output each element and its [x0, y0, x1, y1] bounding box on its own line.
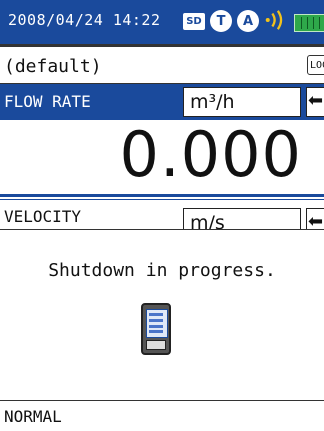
- flow-rate-row[interactable]: FLOW RATE m³/h ⬅: [0, 84, 324, 120]
- flow-rate-unit[interactable]: m³/h: [183, 87, 301, 117]
- velocity-label: VELOCITY: [4, 207, 82, 226]
- profile-row: (default) LOC: [0, 47, 324, 84]
- status-footer: NORMAL: [0, 400, 324, 431]
- signal-waves-icon: [265, 10, 283, 30]
- divider: [0, 194, 324, 197]
- device-screen: 2008/04/24 14:22 SD T A (default) LOC FL…: [0, 0, 324, 431]
- arrow-left-icon[interactable]: ⬅: [306, 87, 324, 117]
- a-mode-icon: A: [237, 10, 259, 32]
- battery-icon: [294, 14, 324, 32]
- sd-card-icon: SD: [183, 13, 205, 30]
- t-mode-icon: T: [210, 10, 232, 32]
- profile-name: (default): [4, 56, 102, 77]
- shutdown-dialog: Shutdown in progress.: [0, 229, 324, 401]
- status-bar: 2008/04/24 14:22 SD T A: [0, 0, 324, 44]
- velocity-row[interactable]: VELOCITY m/s ⬅: [0, 202, 324, 238]
- lock-button[interactable]: LOC: [307, 55, 324, 75]
- shutdown-message: Shutdown in progress.: [48, 260, 276, 281]
- flow-rate-value: 0.000: [119, 118, 302, 191]
- datetime: 2008/04/24 14:22: [8, 11, 161, 29]
- divider: [0, 199, 324, 200]
- flow-rate-label: FLOW RATE: [4, 92, 91, 111]
- mode-label: NORMAL: [4, 407, 62, 426]
- handheld-device-icon: [141, 303, 171, 355]
